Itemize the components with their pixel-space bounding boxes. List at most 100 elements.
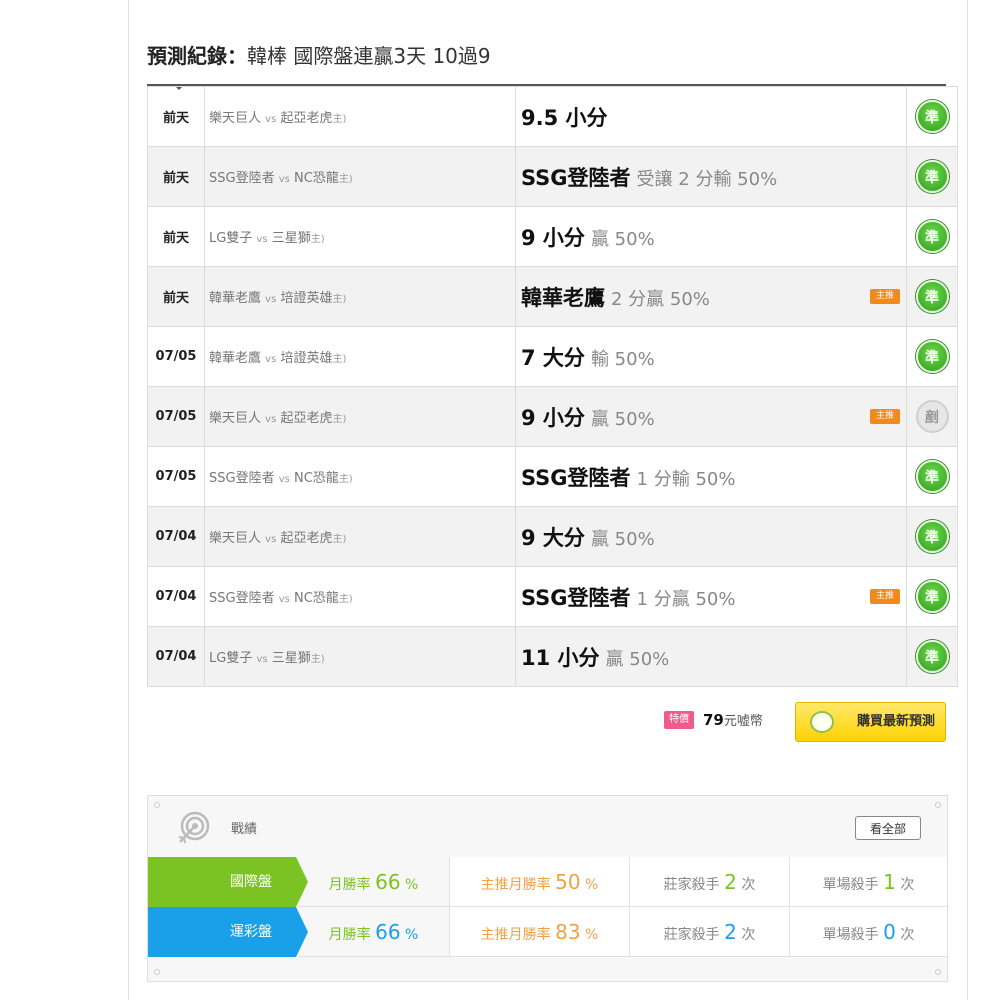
record-pick: 9 小分贏 50% xyxy=(515,206,907,267)
record-match: LG雙子 vs 三星獅主) xyxy=(204,206,516,267)
host-marker: 主) xyxy=(310,234,325,245)
vs-text: vs xyxy=(278,594,290,605)
host-marker: 主) xyxy=(332,294,347,305)
host-marker: 主) xyxy=(332,534,347,545)
featured-badge: 主推 xyxy=(870,409,900,424)
home-team: 起亞老虎 xyxy=(280,531,333,546)
record-match: SSG登陸者 vs NC恐龍主) xyxy=(204,146,516,207)
result-badge: 準 xyxy=(915,160,949,193)
pick-main: 11 小分 xyxy=(521,645,600,670)
buy-latest-prediction-button[interactable]: 購買最新預測 xyxy=(795,702,946,742)
price-value: 79 xyxy=(703,711,724,729)
record-result: 準 xyxy=(906,566,958,627)
away-team: 樂天巨人 xyxy=(209,111,262,126)
vs-text: vs xyxy=(256,654,268,665)
corner-dot xyxy=(935,969,941,975)
record-pick: 9.5 小分 xyxy=(515,86,907,147)
record-pick: 9 小分贏 50% 主推 xyxy=(515,386,907,447)
market-arrow-shape xyxy=(148,857,308,907)
home-team: NC恐龍 xyxy=(294,171,339,186)
purchase-bar: 特價 79元嘘幣 購買最新預測 xyxy=(147,702,948,744)
pct-unit: % xyxy=(405,927,419,943)
record-date: 前天 xyxy=(147,86,205,147)
record-match: LG雙子 vs 三星獅主) xyxy=(204,626,516,687)
away-team: LG雙子 xyxy=(209,651,253,666)
vs-text: vs xyxy=(278,474,290,485)
home-team: 培證英雄 xyxy=(280,291,333,306)
stats-label: 戰績 xyxy=(231,822,258,837)
record-result: 準 xyxy=(906,506,958,567)
record-row: 前天 LG雙子 vs 三星獅主) 9 小分贏 50% 準 xyxy=(147,206,958,267)
vs-text: vs xyxy=(256,234,268,245)
pick-detail: 1 分贏 50% xyxy=(636,588,736,610)
pick-main: 9 小分 xyxy=(521,225,585,250)
record-pick: 7 大分輸 50% xyxy=(515,326,907,387)
title-prefix: 預測紀錄： xyxy=(147,44,247,68)
times-unit: 次 xyxy=(900,877,915,893)
away-team: SSG登陸者 xyxy=(209,171,275,186)
price-text: 79元嘘幣 xyxy=(703,710,763,729)
stats-row: 國際盤 月勝率 66 % 主推月勝率 50 % 莊家殺手 2 次單場殺手 1 次 xyxy=(148,857,947,907)
record-row: 前天 韓華老鷹 vs 培證英雄主) 韓華老鷹 2 分贏 50% 主推準 xyxy=(147,266,958,327)
pct-unit: % xyxy=(585,927,599,943)
vs-text: vs xyxy=(265,354,277,365)
record-result: 準 xyxy=(906,446,958,507)
record-pick: 9 大分贏 50% xyxy=(515,506,907,567)
record-pick: 韓華老鷹 2 分贏 50% 主推 xyxy=(515,266,907,327)
stats-panel: 戰績 看全部 國際盤 月勝率 66 % 主推月勝率 50 % 莊家殺手 2 次單場殺手… xyxy=(147,795,948,982)
home-team: 起亞老虎 xyxy=(280,111,333,126)
single-label: 單場殺手 xyxy=(822,877,879,893)
record-row: 07/04 SSG登陸者 vs NC恐龍主) SSG登陸者 1 分贏 50% 主推準 xyxy=(147,566,958,627)
prediction-records-table: 前天 樂天巨人 vs 起亞老虎主) 9.5 小分準前天 SSG登陸者 vs NC恐龍主… xyxy=(147,86,958,687)
record-match: 樂天巨人 vs 起亞老虎主) xyxy=(204,86,516,147)
result-badge: 準 xyxy=(915,580,949,613)
pick-main: 韓華老鷹 xyxy=(521,285,605,310)
home-team: 三星獅 xyxy=(271,651,311,666)
record-pick: SSG登陸者 1 分贏 50% 主推 xyxy=(515,566,907,627)
monthly-value: 66 xyxy=(375,920,401,944)
record-result: 剷 xyxy=(906,386,958,447)
record-result: 準 xyxy=(906,206,958,267)
pick-main: SSG登陸者 xyxy=(521,465,631,490)
single-game-killer: 單場殺手 0 次 xyxy=(790,907,947,957)
record-match: 樂天巨人 vs 起亞老虎主) xyxy=(204,386,516,447)
market-arrow-shape xyxy=(148,907,308,957)
result-badge: 準 xyxy=(915,460,949,493)
record-result: 準 xyxy=(906,86,958,147)
corner-dot xyxy=(935,802,941,808)
record-match: 韓華老鷹 vs 培證英雄主) xyxy=(204,266,516,327)
record-date: 07/04 xyxy=(147,626,205,687)
record-result: 準 xyxy=(906,626,958,687)
record-date: 07/05 xyxy=(147,386,205,447)
pick-main: SSG登陸者 xyxy=(521,165,631,190)
monthly-win-rate: 月勝率 66 % xyxy=(298,907,450,957)
host-marker: 主) xyxy=(332,414,347,425)
record-row: 前天 樂天巨人 vs 起亞老虎主) 9.5 小分準 xyxy=(147,86,958,147)
single-value: 1 xyxy=(883,870,896,894)
away-team: SSG登陸者 xyxy=(209,471,275,486)
view-all-button[interactable]: 看全部 xyxy=(855,816,921,840)
bookie-killer: 莊家殺手 2 次 xyxy=(630,857,790,907)
pick-detail: 贏 50% xyxy=(605,648,670,670)
pick-detail: 1 分輸 50% xyxy=(636,468,736,490)
market-name: 國際盤 xyxy=(230,874,272,890)
single-label: 單場殺手 xyxy=(822,927,879,943)
result-badge: 準 xyxy=(915,340,949,373)
coin-icon xyxy=(810,711,834,733)
featured-monthly-win-rate: 主推月勝率 83 % xyxy=(450,907,630,957)
record-date: 07/04 xyxy=(147,566,205,627)
pick-main: 7 大分 xyxy=(521,345,585,370)
pick-detail: 受讓 2 分輸 50% xyxy=(636,168,778,190)
buy-button-label: 購買最新預測 xyxy=(856,714,935,729)
away-team: 韓華老鷹 xyxy=(209,351,262,366)
featured-value: 50 xyxy=(555,870,581,894)
result-badge: 剷 xyxy=(915,400,949,433)
price-unit: 元嘘幣 xyxy=(723,714,763,729)
bookie-value: 2 xyxy=(724,870,737,894)
record-match: 樂天巨人 vs 起亞老虎主) xyxy=(204,506,516,567)
record-row: 07/04 LG雙子 vs 三星獅主) 11 小分贏 50% 準 xyxy=(147,626,958,687)
featured-value: 83 xyxy=(555,920,581,944)
record-row: 07/04 樂天巨人 vs 起亞老虎主) 9 大分贏 50% 準 xyxy=(147,506,958,567)
market-label-cell: 運彩盤 xyxy=(148,907,308,957)
record-date: 前天 xyxy=(147,146,205,207)
